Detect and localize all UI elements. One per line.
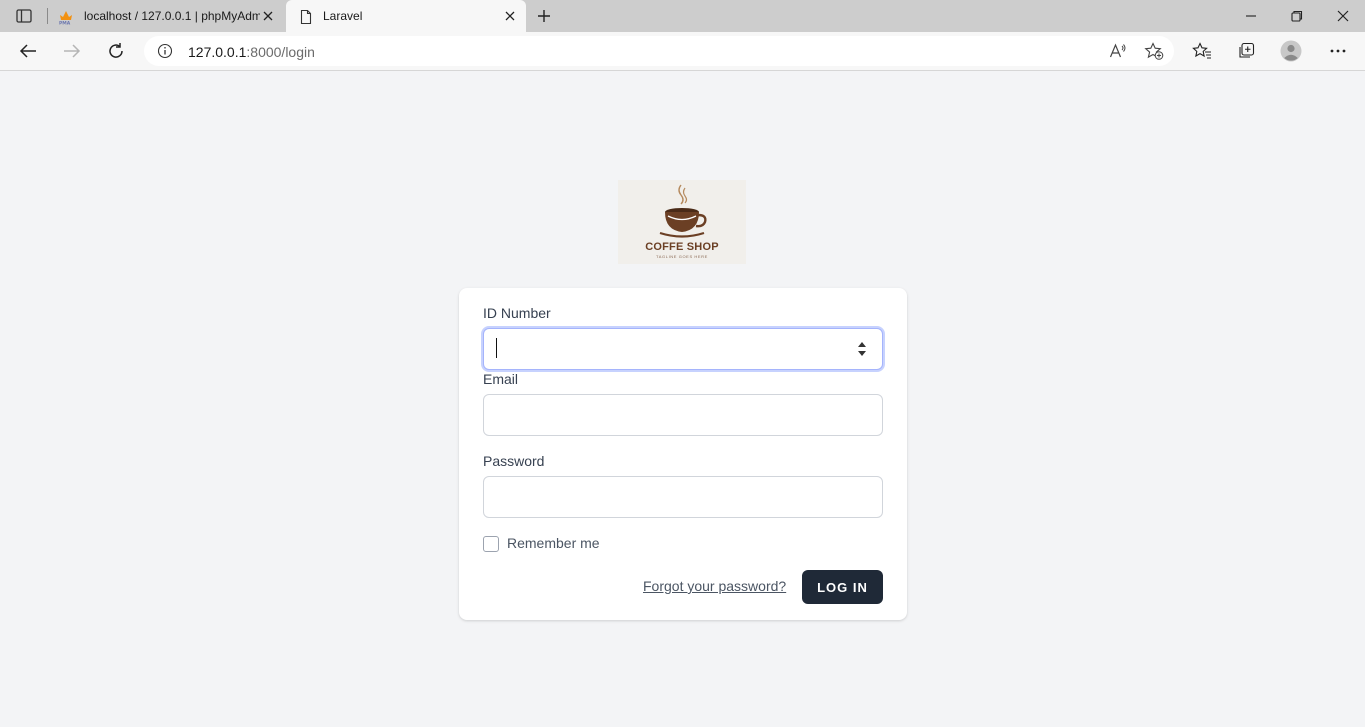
forgot-password-link[interactable]: Forgot your password? [643,578,786,594]
tab-strip: PMA localhost / 127.0.0.1 | phpMyAdmin L… [0,0,1365,32]
phpmyadmin-favicon-icon: PMA [58,9,74,27]
favorites-icon[interactable] [1190,40,1214,62]
email-label: Email [483,371,519,387]
url-host: 127.0.0.1 [188,44,247,60]
tab-phpmyadmin[interactable]: PMA localhost / 127.0.0.1 | phpMyAdmin [52,0,284,32]
restore-icon[interactable] [1287,6,1307,26]
close-window-icon[interactable] [1333,6,1353,26]
logo-tagline: TAGLINE GOES HERE [656,254,708,259]
password-label: Password [483,453,545,469]
url-text[interactable]: 127.0.0.1:8000/login [188,44,315,60]
site-info-icon[interactable] [157,43,173,59]
page-favicon-icon [298,9,314,25]
email-input[interactable] [483,394,883,436]
url-path: :8000/login [246,44,315,60]
svg-text:PMA: PMA [59,21,71,26]
number-spinner-icon[interactable] [855,338,869,360]
back-arrow-icon[interactable] [16,40,40,62]
add-favorite-icon[interactable] [1144,41,1164,61]
login-card: ID Number Email Password Remember me For… [459,288,907,620]
refresh-icon[interactable] [104,40,128,62]
tab-laravel[interactable]: Laravel [286,0,526,32]
new-tab-icon[interactable] [534,6,554,26]
coffee-cup-icon [659,184,707,238]
coffee-shop-logo: COFFE SHOP TAGLINE GOES HERE [618,180,746,264]
address-bar[interactable]: 127.0.0.1:8000/login [144,36,1174,66]
tab-title: Laravel [323,9,363,23]
browser-toolbar: 127.0.0.1:8000/login [0,32,1365,71]
tab-separator [47,8,48,24]
more-menu-icon[interactable] [1326,40,1350,62]
remember-me-label[interactable]: Remember me [507,535,600,551]
logo-text: COFFE SHOP [645,241,719,253]
close-tab-icon[interactable] [502,8,518,24]
tab-actions-icon[interactable] [10,6,38,26]
read-aloud-icon[interactable] [1108,41,1128,61]
collections-icon[interactable] [1234,40,1258,62]
tab-title: localhost / 127.0.0.1 | phpMyAdmin [84,9,260,23]
id-number-label: ID Number [483,305,551,321]
minimize-icon[interactable] [1241,6,1261,26]
log-in-button[interactable]: LOG IN [802,570,883,604]
remember-me-checkbox[interactable] [483,536,499,552]
close-tab-icon[interactable] [260,8,276,24]
id-number-input[interactable] [483,328,883,370]
password-input[interactable] [483,476,883,518]
text-caret [496,338,497,358]
forward-arrow-icon[interactable] [60,40,84,62]
profile-avatar-icon[interactable] [1279,40,1303,62]
